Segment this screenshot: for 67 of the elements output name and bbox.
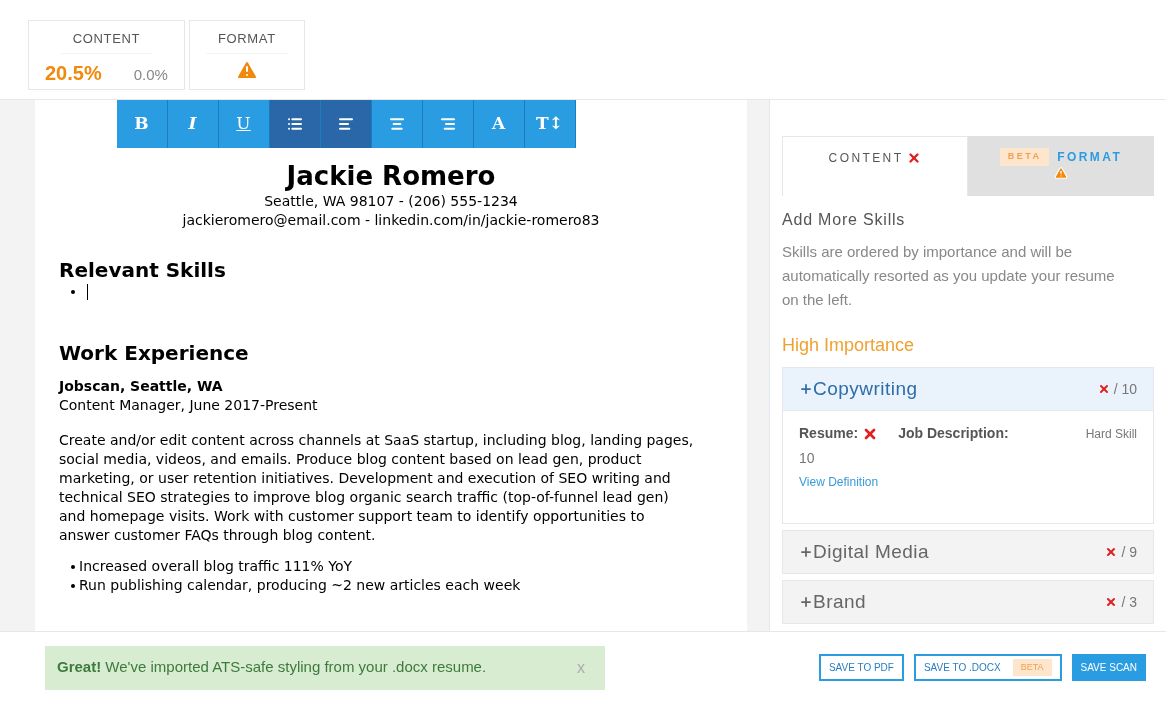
- tab-label: CONTENT: [828, 150, 904, 167]
- beta-badge: BETA: [1012, 658, 1052, 677]
- skill-count: / 9: [1121, 542, 1137, 562]
- error-icon: [1105, 596, 1118, 608]
- score-value: 20.5%: [45, 60, 102, 86]
- skill-name: Brand: [813, 589, 867, 614]
- panel-title: Add More Skills: [782, 210, 907, 230]
- skill-name: Copywriting: [813, 376, 918, 401]
- save-button[interactable]: SAVE TO .DOCX BETA: [913, 654, 1062, 681]
- bullet-text: Run publishing calendar, producing ~2 new articles each week: [79, 576, 521, 595]
- skill-count: / 3: [1121, 592, 1137, 612]
- close-button[interactable]: x: [569, 655, 593, 680]
- panel-tab[interactable]: BETA FORMAT: [968, 136, 1154, 196]
- bullet-icon: [71, 289, 75, 294]
- plus-icon: [799, 382, 813, 396]
- job-description: Create and/or edit content across channels at SaaS startup, including blog, landing pages, social media, videos, and emails. Produce blog content based on lead gen, product marketing, or user retention initiatives. Development and execution of SEO writing and technical SEO strategies to improve blog organic search traffic (top-of-funnel lead gen) and homepage visits. Work with customer support team to identify opportunities to answer customer FAQs through blog content.: [59, 431, 695, 545]
- tab-label: FORMAT: [1057, 149, 1123, 166]
- toolbar-button[interactable]: I: [167, 100, 219, 148]
- section-heading: Relevant Skills: [59, 258, 227, 282]
- skill-header[interactable]: Copywriting / 10: [783, 368, 1153, 410]
- job-title: Content Manager, June 2017-Present: [59, 396, 319, 415]
- toolbar-button[interactable]: [320, 100, 372, 148]
- align-left-icon: [337, 116, 354, 132]
- score-label: CONTENT: [60, 29, 153, 54]
- skill-count: / 10: [1113, 379, 1137, 399]
- plus-icon: [799, 595, 813, 609]
- toolbar-button[interactable]: T↕: [524, 100, 576, 148]
- error-icon: [1105, 546, 1118, 558]
- notice-text: Great! We've imported ATS-safe styling from your .docx resume.: [57, 657, 487, 678]
- contact-line: jackieromero@email.com - linkedin.com/in/jackie-romero83: [181, 211, 601, 230]
- panel-description: Skills are ordered by importance and will be automatically resorted as you update your resume on the left.: [782, 242, 1116, 310]
- beta-badge: BETA: [999, 148, 1050, 166]
- toolbar-button[interactable]: [269, 100, 321, 148]
- bullet-icon: [71, 583, 75, 588]
- skill-name: Digital Media: [813, 539, 929, 564]
- importance-heading: High Importance: [782, 334, 916, 357]
- align-right-icon: [439, 116, 456, 132]
- save-button[interactable]: SAVE TO PDF: [818, 654, 904, 681]
- list-icon: [286, 116, 303, 132]
- skill-type: Hard Skill: [1085, 425, 1137, 443]
- resume-name: Jackie Romero: [284, 160, 497, 192]
- panel-tab[interactable]: CONTENT: [782, 136, 968, 196]
- bullet-text: Increased overall blog traffic 111% YoY: [79, 557, 353, 576]
- contact-line: Seattle, WA 98107 - (206) 555-1234: [263, 192, 519, 211]
- plus-icon: [799, 545, 813, 559]
- error-icon: [1097, 383, 1110, 395]
- toolbar-button[interactable]: [422, 100, 474, 148]
- text-cursor[interactable]: [87, 283, 88, 300]
- resume-label: Resume:: [799, 424, 859, 443]
- employer: Jobscan, Seattle, WA: [59, 377, 224, 396]
- section-heading: Work Experience: [59, 341, 250, 365]
- score-label: FORMAT: [205, 29, 288, 54]
- warning-icon: [1054, 166, 1068, 180]
- jd-count: 10: [799, 449, 816, 468]
- toolbar-button[interactable]: B: [116, 100, 168, 148]
- save-button[interactable]: SAVE SCAN: [1071, 654, 1146, 681]
- jd-label: Job Description:: [898, 424, 1009, 443]
- error-icon: [907, 151, 922, 165]
- align-center-icon: [388, 116, 405, 132]
- skill-header[interactable]: Digital Media / 9: [783, 531, 1153, 573]
- score-secondary: 0.0%: [133, 64, 168, 85]
- toolbar-button[interactable]: [371, 100, 423, 148]
- bullet-icon: [71, 564, 75, 569]
- toolbar-button[interactable]: U: [218, 100, 270, 148]
- toolbar-button[interactable]: A: [473, 100, 525, 148]
- skill-header[interactable]: Brand / 3: [783, 581, 1153, 623]
- definition-link[interactable]: View Definition: [799, 473, 1137, 491]
